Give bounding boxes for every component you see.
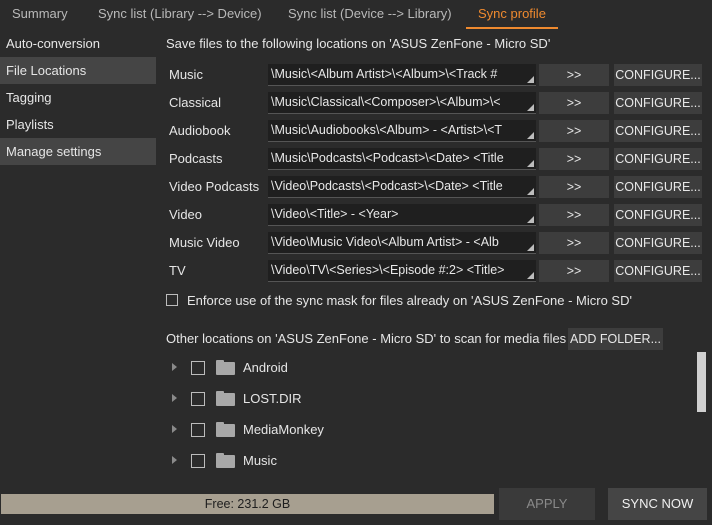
folder-name: Android xyxy=(243,360,288,375)
folder-tree-item: Android xyxy=(166,356,686,380)
insert-field-button[interactable]: >> xyxy=(539,64,609,86)
insert-field-button[interactable]: >> xyxy=(539,232,609,254)
expand-arrow-icon[interactable] xyxy=(172,394,177,402)
other-locations-header: Other locations on 'ASUS ZenFone - Micro… xyxy=(166,328,712,350)
dropdown-corner-icon xyxy=(527,76,534,83)
dropdown-corner-icon xyxy=(527,104,534,111)
configure-button[interactable]: CONFIGURE... xyxy=(614,120,702,142)
location-row-video: Video \Video\<Title> - <Year> >> CONFIGU… xyxy=(166,204,702,226)
dropdown-corner-icon xyxy=(527,272,534,279)
sidebar-item-auto-conversion[interactable]: Auto-conversion xyxy=(0,30,156,57)
tab-sync-list-device-to-library[interactable]: Sync list (Device --> Library) xyxy=(288,0,452,28)
folder-tree-item: MediaMonkey xyxy=(166,418,686,442)
location-row-music: Music \Music\<Album Artist>\<Album>\<Tra… xyxy=(166,64,702,86)
configure-button[interactable]: CONFIGURE... xyxy=(614,64,702,86)
folder-checkbox[interactable] xyxy=(191,423,205,437)
location-path-field[interactable]: \Music\Classical\<Composer>\<Album>\< xyxy=(268,92,536,114)
free-space-bar: Free: 231.2 GB xyxy=(1,494,494,514)
location-path-text: \Music\Podcasts\<Podcast>\<Date> <Title xyxy=(271,151,504,165)
location-path-text: \Video\Music Video\<Album Artist> - <Alb xyxy=(271,235,499,249)
expand-arrow-icon[interactable] xyxy=(172,425,177,433)
location-label: Music Video xyxy=(169,235,240,250)
insert-field-button[interactable]: >> xyxy=(539,148,609,170)
apply-button[interactable]: APPLY xyxy=(499,488,595,520)
folder-name: Music xyxy=(243,453,277,468)
dropdown-corner-icon xyxy=(527,216,534,223)
expand-arrow-icon[interactable] xyxy=(172,363,177,371)
insert-field-button[interactable]: >> xyxy=(539,204,609,226)
sidebar-item-file-locations[interactable]: File Locations xyxy=(0,57,156,84)
location-path-field[interactable]: \Video\Music Video\<Album Artist> - <Alb xyxy=(268,232,536,254)
location-path-text: \Music\<Album Artist>\<Album>\<Track # xyxy=(271,67,498,81)
location-path-text: \Video\<Title> - <Year> xyxy=(271,207,399,221)
configure-button[interactable]: CONFIGURE... xyxy=(614,232,702,254)
configure-button[interactable]: CONFIGURE... xyxy=(614,260,702,282)
configure-button[interactable]: CONFIGURE... xyxy=(614,148,702,170)
location-path-text: \Music\Audiobooks\<Album> - <Artist>\<T xyxy=(271,123,503,137)
sidebar-item-tagging[interactable]: Tagging xyxy=(0,84,156,111)
dropdown-corner-icon xyxy=(527,132,534,139)
folder-icon xyxy=(216,391,235,406)
dropdown-corner-icon xyxy=(527,188,534,195)
tab-sync-profile[interactable]: Sync profile xyxy=(466,0,558,29)
location-path-field[interactable]: \Video\<Title> - <Year> xyxy=(268,204,536,226)
location-label: Classical xyxy=(169,95,222,110)
sidebar: Auto-conversion File Locations Tagging P… xyxy=(0,30,156,165)
tab-bar: Summary Sync list (Library --> Device) S… xyxy=(0,0,712,30)
insert-field-button[interactable]: >> xyxy=(539,260,609,282)
sync-now-button[interactable]: SYNC NOW xyxy=(608,488,707,520)
enforce-sync-mask-label: Enforce use of the sync mask for files a… xyxy=(187,293,632,308)
insert-field-button[interactable]: >> xyxy=(539,92,609,114)
location-label: Music xyxy=(169,67,203,82)
section-heading: Save files to the following locations on… xyxy=(166,36,551,51)
folder-tree-item: Music xyxy=(166,449,686,473)
folder-list-scrollbar[interactable] xyxy=(697,352,706,412)
tab-summary[interactable]: Summary xyxy=(12,0,68,28)
enforce-sync-mask-checkbox[interactable] xyxy=(166,294,178,306)
other-locations-label: Other locations on 'ASUS ZenFone - Micro… xyxy=(166,331,567,346)
location-row-podcasts: Podcasts \Music\Podcasts\<Podcast>\<Date… xyxy=(166,148,702,170)
folder-icon xyxy=(216,360,235,375)
location-row-video-podcasts: Video Podcasts \Video\Podcasts\<Podcast>… xyxy=(166,176,702,198)
insert-field-button[interactable]: >> xyxy=(539,176,609,198)
folder-checkbox[interactable] xyxy=(191,454,205,468)
location-path-field[interactable]: \Music\<Album Artist>\<Album>\<Track # xyxy=(268,64,536,86)
location-path-field[interactable]: \Video\Podcasts\<Podcast>\<Date> <Title xyxy=(268,176,536,198)
folder-tree-item: LOST.DIR xyxy=(166,387,686,411)
folder-name: MediaMonkey xyxy=(243,422,324,437)
location-path-text: \Music\Classical\<Composer>\<Album>\< xyxy=(271,95,501,109)
folder-checkbox[interactable] xyxy=(191,361,205,375)
free-space-label: Free: 231.2 GB xyxy=(204,497,291,511)
location-label: Video xyxy=(169,207,203,222)
location-path-text: \Video\Podcasts\<Podcast>\<Date> <Title xyxy=(271,179,503,193)
insert-field-button[interactable]: >> xyxy=(539,120,609,142)
folder-checkbox[interactable] xyxy=(191,392,205,406)
add-folder-button[interactable]: ADD FOLDER... xyxy=(568,328,663,350)
location-row-music-video: Music Video \Video\Music Video\<Album Ar… xyxy=(166,232,702,254)
dropdown-corner-icon xyxy=(527,244,534,251)
folder-name: LOST.DIR xyxy=(243,391,302,406)
sidebar-item-playlists[interactable]: Playlists xyxy=(0,111,156,138)
location-row-tv: TV \Video\TV\<Series>\<Episode #:2> <Tit… xyxy=(166,260,702,282)
tab-sync-list-library-to-device[interactable]: Sync list (Library --> Device) xyxy=(98,0,262,28)
dropdown-corner-icon xyxy=(527,160,534,167)
location-path-text: \Video\TV\<Series>\<Episode #:2> <Title> xyxy=(271,263,505,277)
location-row-audiobook: Audiobook \Music\Audiobooks\<Album> - <A… xyxy=(166,120,702,142)
location-path-field[interactable]: \Music\Audiobooks\<Album> - <Artist>\<T xyxy=(268,120,536,142)
location-row-classical: Classical \Music\Classical\<Composer>\<A… xyxy=(166,92,702,114)
folder-icon xyxy=(216,422,235,437)
configure-button[interactable]: CONFIGURE... xyxy=(614,92,702,114)
sidebar-item-manage-settings[interactable]: Manage settings xyxy=(0,138,156,165)
folder-icon xyxy=(216,453,235,468)
location-label: Podcasts xyxy=(169,151,223,166)
configure-button[interactable]: CONFIGURE... xyxy=(614,176,702,198)
location-path-field[interactable]: \Music\Podcasts\<Podcast>\<Date> <Title xyxy=(268,148,536,170)
location-label: TV xyxy=(169,263,186,278)
location-label: Audiobook xyxy=(169,123,231,138)
location-path-field[interactable]: \Video\TV\<Series>\<Episode #:2> <Title> xyxy=(268,260,536,282)
configure-button[interactable]: CONFIGURE... xyxy=(614,204,702,226)
location-label: Video Podcasts xyxy=(169,179,260,194)
expand-arrow-icon[interactable] xyxy=(172,456,177,464)
enforce-sync-mask-option: Enforce use of the sync mask for files a… xyxy=(166,291,712,311)
